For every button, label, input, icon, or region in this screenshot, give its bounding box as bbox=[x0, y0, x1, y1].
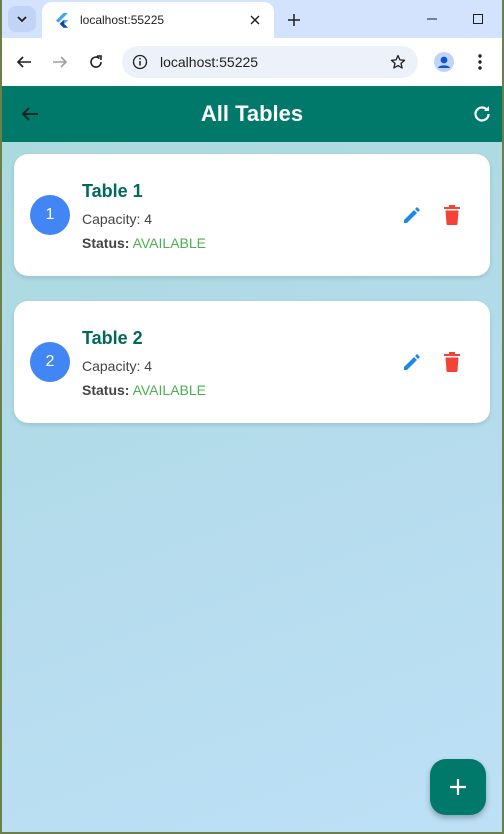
status-value: AVAILABLE bbox=[132, 382, 206, 398]
app-bar: All Tables bbox=[2, 86, 502, 142]
table-capacity: Capacity: 4 bbox=[82, 358, 153, 374]
refresh-icon bbox=[474, 106, 490, 122]
browser-tab[interactable]: localhost:55225 bbox=[42, 2, 274, 38]
bookmark-button[interactable] bbox=[384, 48, 412, 76]
trash-icon bbox=[444, 352, 460, 372]
browser-menu-button[interactable] bbox=[466, 48, 494, 76]
trash-icon bbox=[444, 205, 460, 225]
site-info-button[interactable] bbox=[126, 48, 154, 76]
minimize-icon bbox=[427, 18, 437, 20]
chevron-down-icon bbox=[17, 16, 27, 23]
new-tab-button[interactable] bbox=[282, 8, 306, 32]
table-capacity: Capacity: 4 bbox=[82, 211, 153, 227]
delete-table-button[interactable] bbox=[440, 350, 464, 374]
app-back-button[interactable] bbox=[16, 100, 44, 128]
delete-table-button[interactable] bbox=[440, 203, 464, 227]
more-vert-icon bbox=[478, 54, 482, 70]
add-table-button[interactable] bbox=[430, 759, 486, 815]
table-name: Table 2 bbox=[82, 328, 143, 348]
star-icon bbox=[390, 54, 406, 69]
url-text[interactable]: localhost:55225 bbox=[160, 54, 384, 70]
tab-title: localhost:55225 bbox=[80, 13, 165, 27]
maximize-button[interactable] bbox=[455, 6, 501, 32]
browser-toolbar: localhost:55225 bbox=[2, 38, 502, 86]
status-label: Status: bbox=[82, 235, 130, 251]
arrow-left-icon bbox=[16, 56, 31, 68]
status-label: Status: bbox=[82, 382, 130, 398]
arrow-right-icon bbox=[53, 56, 68, 68]
status-value: AVAILABLE bbox=[132, 235, 206, 251]
refresh-button[interactable] bbox=[468, 100, 496, 128]
profile-button[interactable] bbox=[430, 48, 458, 76]
edit-table-button[interactable] bbox=[400, 203, 424, 227]
arrow-left-icon bbox=[21, 107, 38, 121]
plus-icon bbox=[450, 779, 466, 795]
forward-button[interactable] bbox=[46, 48, 74, 76]
profile-avatar-icon bbox=[434, 52, 454, 72]
table-number-avatar: 1 bbox=[30, 195, 70, 235]
maximize-icon bbox=[473, 14, 483, 24]
tab-search-button[interactable] bbox=[8, 6, 36, 32]
app-body: All Tables 1 Table 1 Capacity: 4 Status:… bbox=[2, 86, 502, 832]
browser-window: localhost:55225 localhost:55225 All Tabl… bbox=[2, 0, 502, 832]
table-status: Status: AVAILABLE bbox=[82, 235, 206, 251]
minimize-button[interactable] bbox=[409, 6, 455, 32]
tab-strip: localhost:55225 bbox=[2, 0, 502, 38]
table-card[interactable]: 1 Table 1 Capacity: 4 Status: AVAILABLE bbox=[14, 154, 490, 276]
table-number-avatar: 2 bbox=[30, 342, 70, 382]
address-bar[interactable]: localhost:55225 bbox=[122, 46, 418, 78]
reload-button[interactable] bbox=[82, 48, 110, 76]
back-button[interactable] bbox=[10, 48, 38, 76]
pencil-icon bbox=[404, 354, 420, 370]
close-icon bbox=[250, 15, 260, 25]
table-card[interactable]: 2 Table 2 Capacity: 4 Status: AVAILABLE bbox=[14, 301, 490, 423]
page-title: All Tables bbox=[200, 101, 304, 126]
edit-table-button[interactable] bbox=[400, 350, 424, 374]
table-name: Table 1 bbox=[82, 181, 143, 201]
reload-icon bbox=[90, 55, 102, 68]
table-status: Status: AVAILABLE bbox=[82, 382, 206, 398]
info-icon bbox=[132, 54, 148, 70]
plus-icon bbox=[288, 14, 300, 26]
pencil-icon bbox=[404, 207, 420, 223]
tab-close-button[interactable] bbox=[244, 9, 266, 31]
flutter-favicon-icon bbox=[56, 13, 68, 28]
